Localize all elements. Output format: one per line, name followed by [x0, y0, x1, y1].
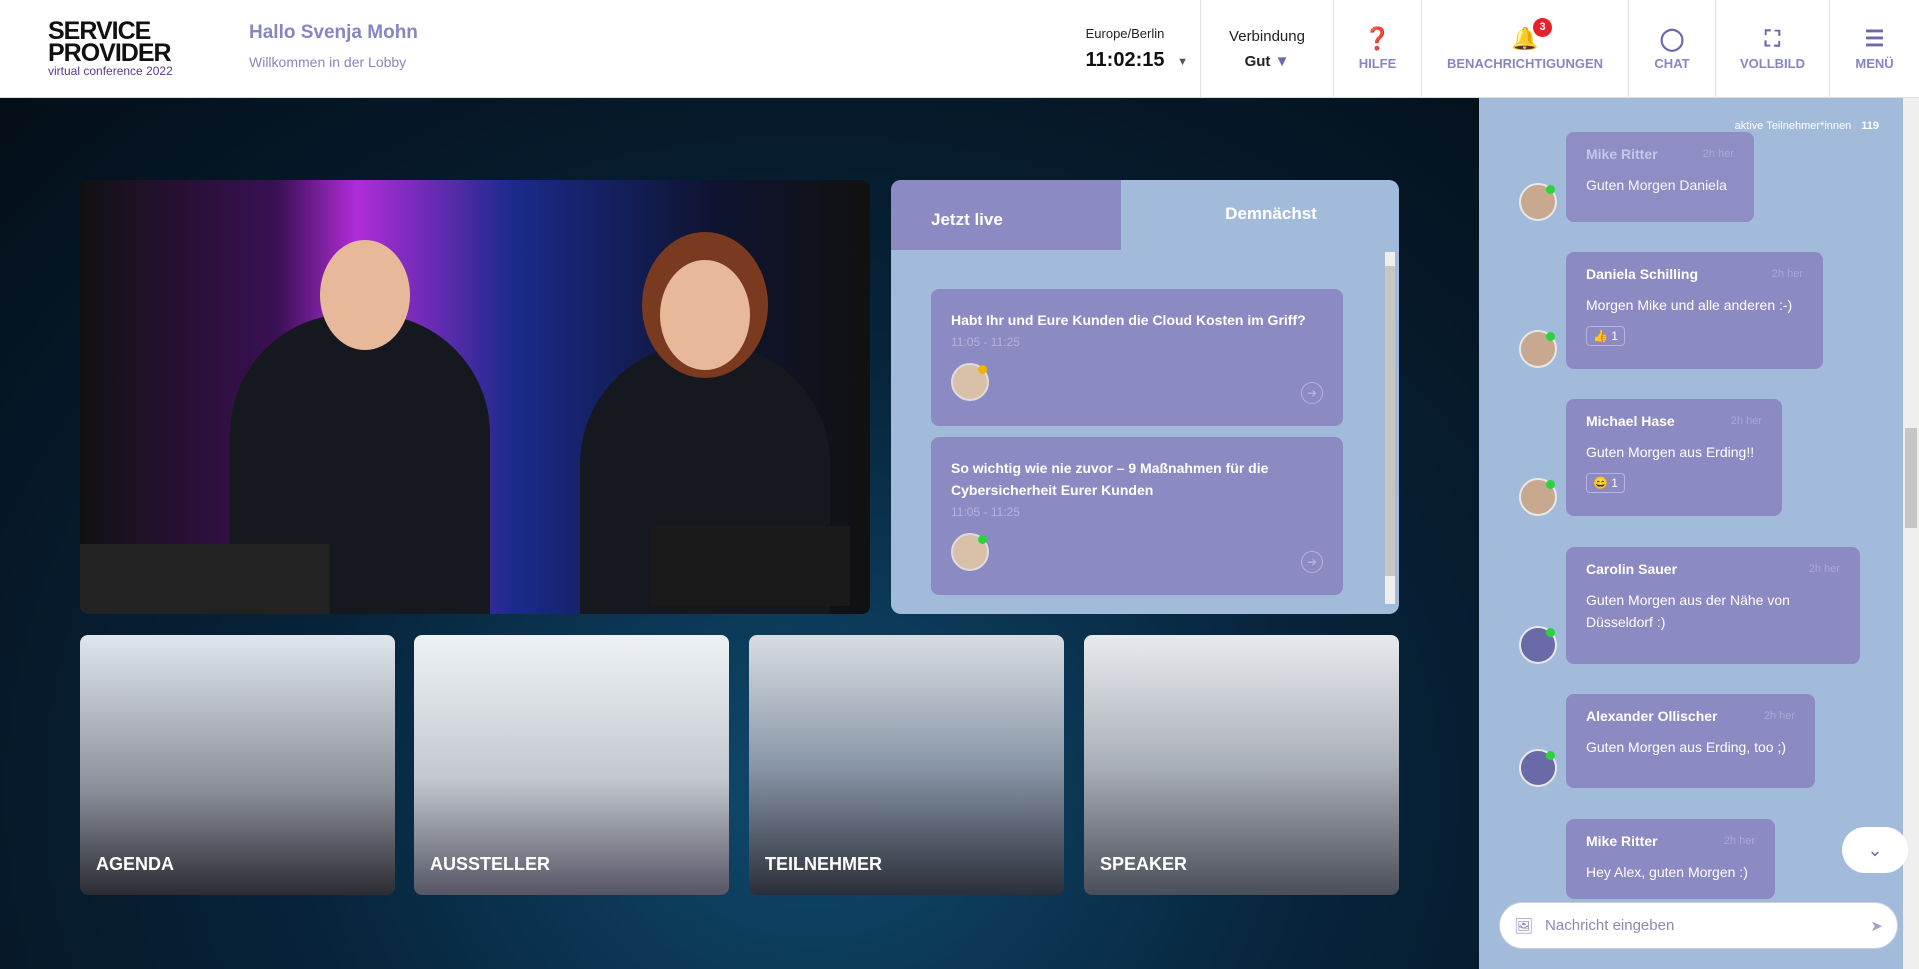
speaker-avatar — [951, 533, 989, 571]
avatar[interactable] — [1519, 330, 1557, 368]
chevron-down-icon[interactable]: ▼ — [1177, 56, 1188, 68]
bell-icon: 🔔 — [1511, 26, 1539, 51]
message-input[interactable]: 🖼 Nachricht eingeben ➤ — [1499, 902, 1898, 949]
notifications-button[interactable]: 🔔 3 BENACHRICHTIGUNGEN — [1421, 0, 1628, 98]
notification-badge: 3 — [1533, 18, 1552, 37]
connection-status[interactable]: Verbindung Gut ▼ — [1200, 0, 1333, 98]
timezone-clock[interactable]: Europe/Berlin 11:02:15 ▼ — [1070, 26, 1188, 72]
fullscreen-button[interactable]: ⛶ VOLLBILD — [1715, 0, 1829, 98]
laptop — [80, 544, 330, 614]
chat-message: Michael Hase 2h her Guten Morgen aus Erdin… — [1566, 399, 1782, 516]
caret-down-icon: ▼ — [1274, 53, 1290, 70]
chat-message: Mike Ritter 2h her Hey Alex, guten Morgen … — [1566, 819, 1775, 899]
help-button[interactable]: ❓ HILFE — [1333, 0, 1421, 98]
chat-icon: ◯ — [1659, 26, 1685, 51]
laptop — [650, 526, 850, 606]
arrow-right-icon[interactable]: ➔ — [1301, 551, 1323, 573]
chat-message: Carolin Sauer 2h her Guten Morgen aus der … — [1566, 547, 1860, 664]
tile-aussteller[interactable]: AUSSTELLER — [414, 635, 729, 895]
session-card[interactable]: Habt Ihr und Eure Kunden die Cloud Koste… — [931, 289, 1343, 426]
sessions-scrollbar[interactable] — [1385, 252, 1395, 604]
reaction-laugh[interactable]: 😄 1 — [1586, 473, 1625, 493]
tab-demnaechst[interactable]: Demnächst — [1151, 204, 1391, 224]
chat-button[interactable]: ◯ CHAT — [1628, 0, 1715, 98]
help-icon: ❓ — [1363, 26, 1392, 51]
avatar[interactable] — [1519, 749, 1557, 787]
speaker-avatar — [951, 363, 989, 401]
tab-jetzt-live[interactable]: Jetzt live — [891, 180, 1121, 250]
scroll-down-button[interactable]: ⌄ — [1842, 827, 1908, 873]
greeting: Hallo Svenja Mohn Willkommen in der Lobb… — [249, 22, 418, 70]
menu-button[interactable]: ☰ MENÜ — [1829, 0, 1919, 98]
chevron-down-icon: ⌄ — [1867, 840, 1883, 860]
top-header: SERVICE PROVIDER virtual conference 2022… — [0, 0, 1919, 98]
chat-message: Alexander Ollischer 2h her Guten Morgen au… — [1566, 694, 1815, 788]
presenter-1-head — [320, 240, 410, 350]
fullscreen-icon: ⛶ — [1764, 26, 1781, 51]
avatar[interactable] — [1519, 478, 1557, 516]
chat-message: Daniela Schilling 2h her Morgen Mike und a… — [1566, 252, 1823, 369]
avatar[interactable] — [1519, 183, 1557, 221]
arrow-right-icon[interactable]: ➔ — [1301, 382, 1323, 404]
menu-icon: ☰ — [1864, 26, 1885, 51]
reaction-thumbs-up[interactable]: 👍 1 — [1586, 326, 1625, 346]
tile-speaker[interactable]: SPEAKER — [1084, 635, 1399, 895]
avatar[interactable] — [1519, 626, 1557, 664]
chat-message: Mike Ritter 2h her Guten Morgen Daniela — [1566, 132, 1754, 222]
tile-teilnehmer[interactable]: TEILNEHMER — [749, 635, 1064, 895]
send-icon[interactable]: ➤ — [1870, 917, 1883, 935]
presenter-2-head — [660, 260, 750, 370]
sessions-panel: Jetzt live Demnächst Habt Ihr und Eure K… — [891, 180, 1399, 614]
chat-scrollbar[interactable] — [1903, 98, 1919, 969]
session-card[interactable]: So wichtig wie nie zuvor – 9 Maßnahmen f… — [931, 437, 1343, 595]
logo[interactable]: SERVICE PROVIDER virtual conference 2022 — [48, 19, 218, 84]
tile-agenda[interactable]: AGENDA — [80, 635, 395, 895]
live-video-player[interactable] — [80, 180, 870, 614]
image-icon[interactable]: 🖼 — [1514, 917, 1533, 935]
active-participants: aktive Teilnehmer*innen 119 — [1734, 120, 1879, 132]
